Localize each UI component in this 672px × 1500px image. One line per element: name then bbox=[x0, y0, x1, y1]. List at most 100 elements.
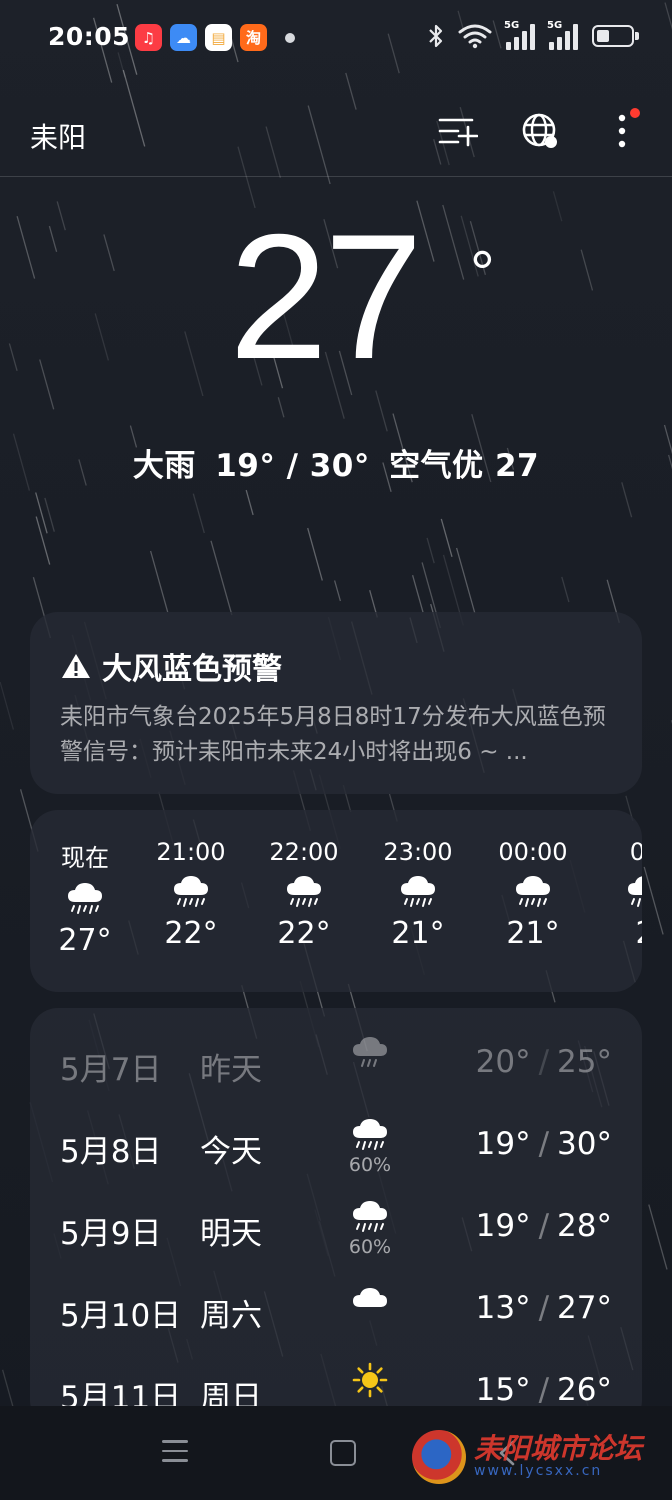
hourly-temp: 21° bbox=[506, 916, 560, 951]
network-type-label: 5G bbox=[547, 20, 563, 31]
battery-icon bbox=[592, 25, 639, 47]
daily-high: 25° bbox=[557, 1044, 612, 1080]
daily-temps: 15°/26° bbox=[476, 1372, 612, 1408]
daily-row[interactable]: 5月9日 明天 60% 19°/28° bbox=[30, 1194, 642, 1264]
hourly-time: 现在 bbox=[61, 844, 109, 872]
daily-low: 15° bbox=[475, 1372, 531, 1408]
city-name[interactable]: 耒阳 bbox=[30, 116, 86, 156]
status-bar: 20:05 ♫ ☁ ▤ 淘 5G 5G bbox=[0, 0, 672, 78]
forum-watermark: 耒阳城市论坛 www.lycsxx.cn bbox=[412, 1430, 642, 1484]
hourly-temp: 22° bbox=[164, 916, 218, 951]
daily-row[interactable]: 5月8日 今天 60% 19°/30° bbox=[30, 1112, 642, 1182]
daily-low: 19° bbox=[475, 1126, 531, 1162]
taobao-app-icon: 淘 bbox=[240, 24, 267, 51]
globe-button[interactable] bbox=[520, 110, 560, 152]
daily-row[interactable]: 5月10日 周六 13°/27° bbox=[30, 1276, 642, 1346]
daily-date: 5月10日 bbox=[60, 1298, 182, 1334]
more-vertical-icon bbox=[618, 114, 626, 148]
daily-row[interactable]: 5月7日 昨天 20°/25° bbox=[30, 1030, 642, 1100]
status-system-icons: 5G 5G bbox=[428, 20, 639, 50]
hourly-item: 21:00 22° bbox=[136, 838, 246, 951]
degree-symbol: ° bbox=[470, 239, 495, 308]
daily-temps: 13°/27° bbox=[476, 1290, 612, 1326]
hourly-time: 01 bbox=[629, 838, 642, 866]
hourly-temp: 21° bbox=[391, 916, 445, 951]
status-app-icons: ♫ ☁ ▤ 淘 bbox=[135, 24, 295, 51]
music-app-icon: ♫ bbox=[135, 24, 162, 51]
daily-forecast[interactable]: 5月7日 昨天 20°/25° 5月8日 今天 60% 19°/30° 5月9日 明… bbox=[30, 1008, 642, 1428]
more-options-button[interactable] bbox=[602, 108, 642, 152]
warning-icon bbox=[62, 654, 90, 678]
hourly-item: 23:00 21° bbox=[363, 838, 473, 951]
hourly-time: 00:00 bbox=[498, 838, 568, 866]
hourly-temp: 2 bbox=[590, 916, 642, 951]
hourly-item: 22:00 22° bbox=[249, 838, 359, 951]
air-quality[interactable]: 空气优 27 bbox=[389, 448, 539, 484]
watermark-text: 耒阳城市论坛 bbox=[474, 1432, 643, 1465]
cellular-signal-1-icon: 5G bbox=[504, 20, 535, 50]
app-header: 耒阳 bbox=[0, 90, 672, 177]
heavy-rain-icon bbox=[628, 876, 642, 907]
hourly-time: 23:00 bbox=[383, 838, 453, 866]
globe-icon bbox=[522, 113, 557, 148]
daily-temps: 20°/25° bbox=[476, 1044, 612, 1080]
heavy-rain-icon bbox=[353, 1119, 387, 1150]
daily-weather bbox=[340, 1362, 400, 1402]
hourly-item: 01 2 bbox=[590, 838, 642, 951]
temp-separator: / bbox=[538, 1126, 550, 1162]
weather-summary: 大雨 19° / 30° 空气优 27 bbox=[0, 440, 672, 485]
daily-temps: 19°/30° bbox=[476, 1126, 612, 1162]
heavy-rain-icon bbox=[353, 1201, 387, 1232]
more-notifications-dot bbox=[285, 32, 295, 43]
notification-dot bbox=[630, 108, 640, 118]
heavy-rain-icon bbox=[68, 883, 102, 914]
temp-separator: / bbox=[538, 1372, 550, 1408]
hourly-item: 00:00 21° bbox=[478, 838, 588, 951]
city-list-add-button[interactable] bbox=[438, 110, 478, 152]
recent-apps-button[interactable] bbox=[162, 1440, 188, 1469]
heavy-rain-icon bbox=[401, 876, 435, 907]
hourly-temp: 27° bbox=[58, 923, 112, 958]
daily-low: 20° bbox=[475, 1044, 531, 1080]
status-time: 20:05 bbox=[48, 22, 131, 51]
daily-date: 5月9日 bbox=[60, 1216, 162, 1252]
daily-high: 30° bbox=[557, 1126, 612, 1162]
hourly-forecast[interactable]: 现在 27° 21:00 22° 22:00 22° 23:00 21° 00:00 2… bbox=[30, 810, 642, 992]
temp-separator: / bbox=[538, 1208, 550, 1244]
precipitation-chance: 60% bbox=[348, 1236, 392, 1258]
alert-description: 耒阳市气象台2025年5月8日8时17分发布大风蓝色预警信号：预计耒阳市未来24… bbox=[60, 704, 606, 765]
daily-day: 今天 bbox=[200, 1134, 262, 1170]
list-add-icon bbox=[438, 118, 478, 147]
hourly-temp: 22° bbox=[277, 916, 331, 951]
current-weather: 27 ° bbox=[0, 208, 672, 386]
daily-high: 27° bbox=[557, 1290, 612, 1326]
temp-separator: / bbox=[538, 1044, 550, 1080]
temp-separator: / bbox=[538, 1290, 550, 1326]
hourly-time: 21:00 bbox=[156, 838, 226, 866]
daily-day: 周六 bbox=[200, 1298, 262, 1334]
heavy-rain-icon bbox=[174, 876, 208, 907]
sunny-icon bbox=[352, 1362, 388, 1398]
daily-weather bbox=[340, 1034, 400, 1074]
precipitation-chance: 60% bbox=[348, 1154, 392, 1176]
daily-high: 28° bbox=[557, 1208, 612, 1244]
heavy-rain-icon bbox=[287, 876, 321, 907]
daily-high: 26° bbox=[557, 1372, 612, 1408]
weather-alert-card[interactable]: 大风蓝色预警 耒阳市气象台2025年5月8日8时17分发布大风蓝色预警信号：预计… bbox=[30, 612, 642, 794]
daily-weather: 60% bbox=[340, 1116, 400, 1176]
daily-weather: 60% bbox=[340, 1198, 400, 1258]
heavy-rain-icon bbox=[516, 876, 550, 907]
daily-weather bbox=[340, 1280, 400, 1320]
home-button[interactable] bbox=[330, 1440, 356, 1466]
rain-icon bbox=[353, 1037, 387, 1067]
current-temperature: 27 bbox=[229, 197, 423, 396]
weather-condition: 大雨 bbox=[132, 448, 196, 484]
daily-low: 19° bbox=[475, 1208, 531, 1244]
forum-logo-icon bbox=[412, 1430, 466, 1484]
daily-low: 13° bbox=[475, 1290, 531, 1326]
cellular-signal-2-icon: 5G bbox=[547, 20, 578, 50]
alert-title-text: 大风蓝色预警 bbox=[102, 652, 282, 687]
network-type-label: 5G bbox=[504, 20, 520, 31]
bluetooth-icon bbox=[429, 24, 443, 48]
alert-title: 大风蓝色预警 bbox=[60, 644, 282, 688]
